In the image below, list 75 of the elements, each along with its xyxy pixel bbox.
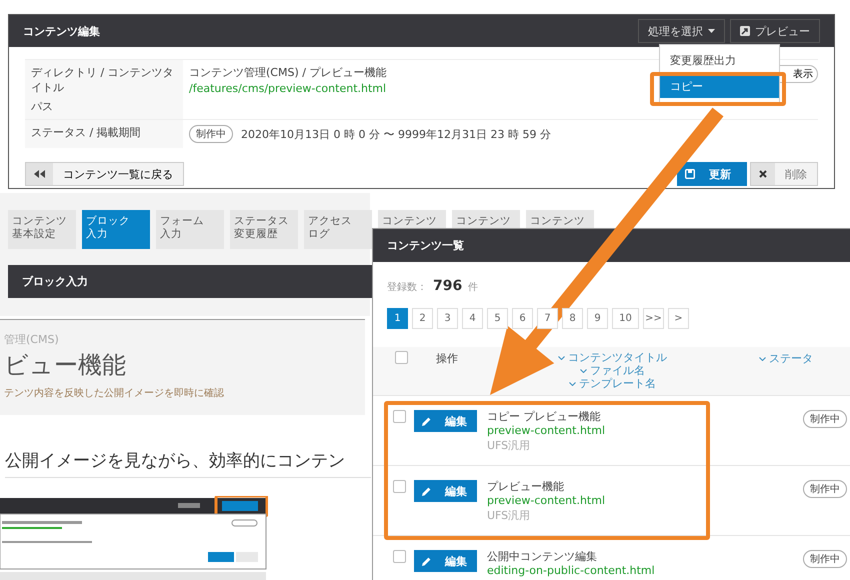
tab[interactable]: アクセス ログ xyxy=(304,210,372,249)
pencil-icon xyxy=(422,416,431,426)
back-button[interactable]: コンテンツ一覧に戻る xyxy=(25,162,184,186)
page-button[interactable]: 1 xyxy=(387,308,408,329)
template-name: UFS汎用 xyxy=(487,438,532,453)
page-button[interactable]: 7 xyxy=(537,308,558,329)
count-value: 796 xyxy=(433,278,462,294)
status-badge: 制作中 xyxy=(803,410,847,428)
status-badge: 制作中 xyxy=(803,550,847,568)
chevron-down-icon xyxy=(759,356,766,360)
page-button[interactable]: 10 xyxy=(612,308,639,329)
category-text: 管理(CMS) xyxy=(4,332,60,347)
page-button[interactable]: 2 xyxy=(412,308,433,329)
caret-icon xyxy=(708,29,715,33)
page-button[interactable]: 3 xyxy=(437,308,458,329)
tab[interactable]: ステータス 変更履歴 xyxy=(230,210,298,249)
field-label: ステータス / 掲載期間 xyxy=(31,125,142,141)
action-select-button[interactable]: 処理を選択 xyxy=(638,19,725,43)
template-name: UFS汎用 xyxy=(487,508,532,523)
checkbox[interactable] xyxy=(393,410,406,423)
tab[interactable]: ブロック 入力 xyxy=(82,210,150,249)
edit-button[interactable]: 編集 xyxy=(414,480,477,502)
field-value: コンテンツ管理(CMS) / プレビュー機能 xyxy=(189,65,386,80)
section-title: ブロック入力 xyxy=(22,274,88,289)
tab[interactable]: コンテンツ 基本設定 xyxy=(8,210,76,249)
column-header: 操作 xyxy=(436,351,458,366)
panel-title: コンテンツ編集 xyxy=(23,24,100,38)
page-button[interactable]: 5 xyxy=(487,308,508,329)
checkbox[interactable] xyxy=(393,480,406,493)
status-badge: 制作中 xyxy=(189,125,233,144)
edit-button[interactable]: 編集 xyxy=(414,410,477,432)
edit-button[interactable]: 編集 xyxy=(414,550,477,572)
save-icon xyxy=(685,169,695,180)
preview-button[interactable]: プレビュー xyxy=(730,19,820,43)
file-link[interactable]: preview-content.html xyxy=(487,494,605,509)
page-button[interactable]: 9 xyxy=(587,308,608,329)
field-value: 2020年10月13日 0 時 0 分 〜 9999年12月31日 23 時 59 分 xyxy=(241,126,551,142)
content-title: コピー プレビュー機能 xyxy=(487,410,602,424)
file-link[interactable]: preview-content.html xyxy=(487,424,605,439)
update-button[interactable]: 更新 xyxy=(677,162,747,186)
sort-link[interactable]: ステータ xyxy=(759,351,813,366)
sort-link[interactable]: ファイル名 xyxy=(580,364,645,378)
path-link[interactable]: /features/cms/preview-content.html xyxy=(189,82,386,95)
file-link[interactable]: editing-on-public-content.html xyxy=(487,564,655,579)
pencil-icon xyxy=(422,556,431,566)
content-title: プレビュー機能 xyxy=(487,480,565,494)
page-button[interactable]: >> xyxy=(643,308,664,329)
page-button[interactable]: 6 xyxy=(512,308,533,329)
count-label: 登録数： xyxy=(387,281,427,294)
page-title: ビュー機能 xyxy=(4,350,127,381)
chevron-down-icon xyxy=(569,382,576,386)
section-heading: 公開イメージを見ながら、効率的にコンテン xyxy=(5,449,371,478)
preview-icon xyxy=(740,26,750,36)
count-unit: 件 xyxy=(468,281,478,294)
chevron-down-icon xyxy=(558,356,565,360)
pencil-icon xyxy=(422,486,431,496)
field-label: ディレクトリ / コンテンツタイトル xyxy=(31,65,175,96)
sort-link[interactable]: テンプレート名 xyxy=(569,377,656,391)
status-badge: 制作中 xyxy=(803,480,847,498)
close-icon xyxy=(759,170,767,178)
tab[interactable]: フォーム 入力 xyxy=(156,210,224,249)
panel-title: コンテンツ一覧 xyxy=(387,238,464,253)
page-button[interactable]: 4 xyxy=(462,308,483,329)
chevron-down-icon xyxy=(580,368,587,373)
rewind-icon xyxy=(34,170,45,178)
sort-link[interactable]: コンテンツタイトル xyxy=(558,351,667,364)
content-title: 公開中コンテンツ編集 xyxy=(487,550,598,564)
page-button[interactable]: 8 xyxy=(562,308,583,329)
field-label: パス xyxy=(31,98,54,114)
menu-item[interactable]: コピー xyxy=(660,75,779,98)
checkbox[interactable] xyxy=(395,351,408,364)
checkbox[interactable] xyxy=(393,550,406,563)
delete-button[interactable]: 削除 xyxy=(750,162,818,186)
page-button[interactable]: > xyxy=(668,308,689,329)
lead-text: テンツ内容を反映した公開イメージを即時に確認 xyxy=(4,386,225,400)
